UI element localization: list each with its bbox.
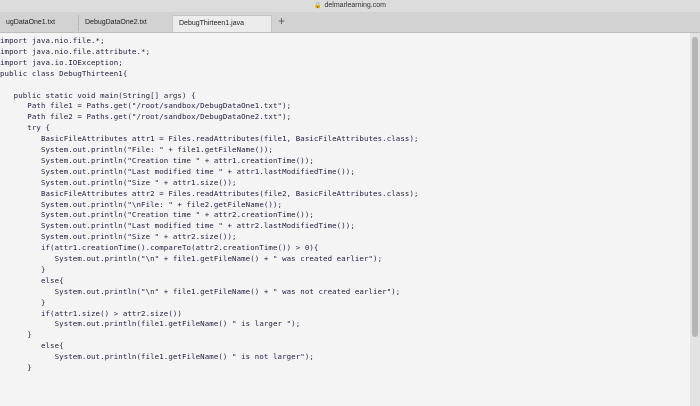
- tab-debugdataone1[interactable]: ugDataOne1.txt: [0, 15, 61, 31]
- code-line: Path file2 = Paths.get("/root/sandbox/De…: [0, 112, 292, 122]
- code-line: System.out.println("\n" + file1.getFileN…: [0, 286, 401, 296]
- code-line: public class DebugThirteen1{: [0, 68, 128, 78]
- code-line: System.out.println("Last modified time "…: [0, 221, 355, 231]
- code-line: import java.nio.file.attribute.*;: [0, 46, 151, 56]
- code-line: BasicFileAttributes attr1 = Files.readAt…: [0, 134, 419, 144]
- code-line: System.out.println("Last modified time "…: [0, 166, 355, 176]
- tab-debugdataone2[interactable]: DebugDataOne2.txt: [78, 15, 153, 31]
- address-bar[interactable]: 🔒 delmarlearning.com: [0, 2, 700, 9]
- code-line: BasicFileAttributes attr2 = Files.readAt…: [0, 188, 419, 198]
- code-line: System.out.println("\nFile: " + file2.ge…: [0, 199, 283, 209]
- url-text: delmarlearning.com: [324, 2, 386, 9]
- editor-tab-bar: ugDataOne1.txt DebugDataOne2.txt DebugTh…: [0, 12, 700, 33]
- browser-top-bar: 🔒 delmarlearning.com: [0, 0, 700, 12]
- code-line: import java.nio.file.*;: [0, 36, 105, 45]
- code-line: else{: [0, 341, 64, 351]
- code-line: System.out.println(file1.getFileName() "…: [0, 352, 314, 362]
- code-line: System.out.println("Creation time " + at…: [0, 210, 314, 220]
- scrollbar-thumb[interactable]: [692, 37, 698, 337]
- code-line: try {: [0, 123, 51, 133]
- code-line: System.out.println("File: " + file1.getF…: [0, 145, 273, 154]
- code-line: }: [0, 330, 32, 340]
- code-line: if(attr1.creationTime().compareTo(attr2.…: [0, 243, 319, 253]
- tab-debugthirteen1-java[interactable]: DebugThirteen1.java: [172, 15, 272, 32]
- code-line: }: [0, 264, 46, 274]
- code-line: System.out.println("Size " + attr1.size(…: [0, 177, 237, 187]
- code-line: public static void main(String[] args) {: [0, 90, 196, 100]
- code-line: System.out.println("Size " + attr2.size(…: [0, 232, 237, 242]
- lock-icon: 🔒: [314, 3, 322, 9]
- code-line: if(attr1.size() > attr2.size()): [0, 308, 182, 318]
- code-line: else{: [0, 275, 64, 285]
- code-line: System.out.println(file1.getFileName() "…: [0, 319, 301, 329]
- code-line: System.out.println("\n" + file1.getFileN…: [0, 254, 383, 263]
- editor-scrollbar[interactable]: [690, 33, 700, 406]
- code-editor[interactable]: import java.nio.file.*; import java.nio.f…: [0, 33, 690, 406]
- code-line: }: [0, 363, 32, 372]
- new-tab-plus-icon[interactable]: +: [278, 14, 285, 28]
- code-line: import java.io.IOException;: [0, 57, 123, 67]
- code-line: Path file1 = Paths.get("/root/sandbox/De…: [0, 101, 292, 111]
- code-line: System.out.println("Creation time " + at…: [0, 155, 314, 165]
- code-line: }: [0, 297, 46, 307]
